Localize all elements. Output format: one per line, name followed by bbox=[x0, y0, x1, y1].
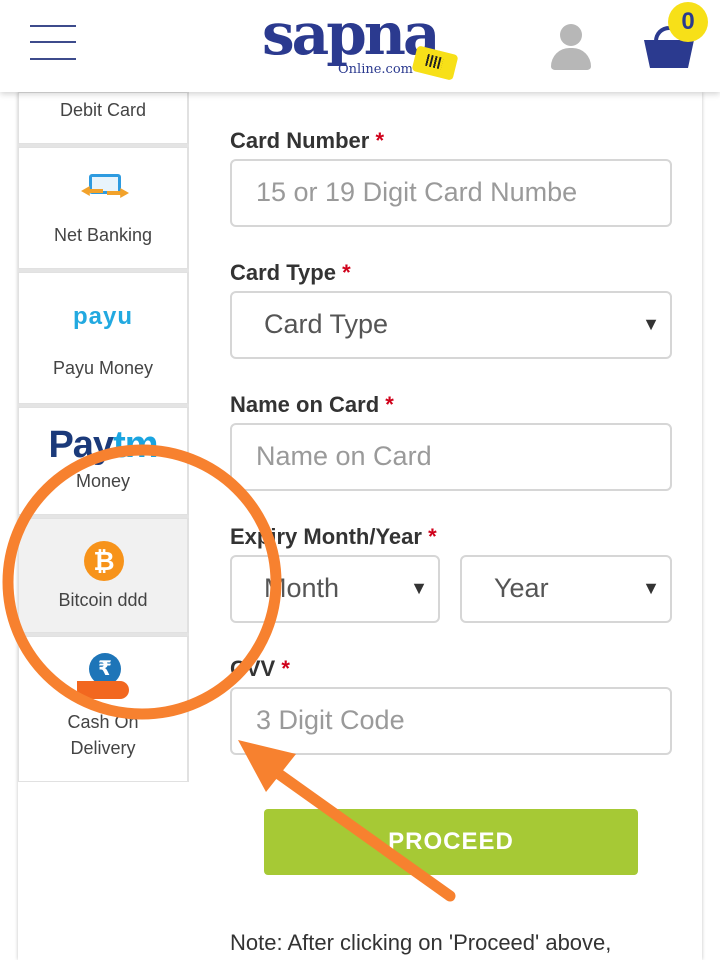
tab-payu-money[interactable]: payu Payu Money bbox=[18, 272, 189, 404]
tab-label: Money bbox=[75, 471, 131, 491]
tab-cash-on-delivery[interactable]: ₹ Cash On Delivery bbox=[18, 636, 189, 782]
logo-main-text: sapna bbox=[262, 0, 441, 68]
tab-debit-card[interactable]: Debit Card bbox=[18, 92, 189, 144]
tab-label: Net Banking bbox=[53, 225, 153, 245]
paytm-logo: Paytm bbox=[48, 424, 158, 466]
tab-label: Bitcoin ddd bbox=[58, 590, 148, 610]
tab-net-banking[interactable]: Net Banking bbox=[18, 147, 189, 269]
cash-on-delivery-icon: ₹ bbox=[77, 653, 129, 703]
net-banking-icon bbox=[81, 168, 129, 202]
user-account-icon[interactable] bbox=[548, 22, 594, 72]
proceed-button[interactable]: PROCEED bbox=[264, 809, 638, 875]
tab-label-line1: Cash On bbox=[67, 712, 139, 732]
cvv-input[interactable]: 3 Digit Code bbox=[230, 687, 672, 755]
expiry-month-select[interactable]: Month ▼ bbox=[230, 555, 440, 623]
cvv-label: CVV * bbox=[230, 656, 290, 681]
card-type-value: Card Type bbox=[264, 309, 389, 339]
card-type-label: Card Type * bbox=[230, 260, 351, 285]
card-number-label: Card Number * bbox=[230, 128, 385, 153]
logo-sub-text: Online.com bbox=[338, 62, 413, 77]
logo-tag-icon bbox=[411, 45, 459, 81]
card-number-input[interactable]: 15 or 19 Digit Card Numbe bbox=[230, 159, 672, 227]
cart-count-badge: 0 bbox=[668, 2, 708, 42]
chevron-down-icon: ▼ bbox=[410, 578, 428, 598]
payu-logo: payu bbox=[72, 303, 133, 330]
expiry-month-value: Month bbox=[264, 573, 340, 603]
chevron-down-icon: ▼ bbox=[642, 314, 660, 334]
name-on-card-label: Name on Card * bbox=[230, 392, 394, 417]
tab-bitcoin[interactable]: ₿ Bitcoin ddd bbox=[18, 518, 189, 633]
expiry-year-select[interactable]: Year ▼ bbox=[460, 555, 672, 623]
name-on-card-input[interactable]: Name on Card bbox=[230, 423, 672, 491]
tab-label: Debit Card bbox=[59, 100, 147, 120]
bitcoin-icon: ₿ bbox=[84, 541, 124, 581]
tab-paytm-money[interactable]: Paytm Money bbox=[18, 407, 189, 515]
hamburger-menu-icon[interactable] bbox=[30, 25, 76, 61]
app-header: sapna Online.com bbox=[0, 0, 720, 92]
tab-label-line2: Delivery bbox=[70, 738, 136, 758]
card-type-select[interactable]: Card Type ▼ bbox=[230, 291, 672, 359]
sapna-online-logo[interactable]: sapna Online.com bbox=[262, 0, 462, 86]
tab-label: Payu Money bbox=[52, 358, 154, 378]
expiry-year-value: Year bbox=[494, 573, 549, 603]
chevron-down-icon: ▼ bbox=[642, 578, 660, 598]
expiry-label: Expiry Month/Year * bbox=[230, 524, 437, 549]
payment-note: Note: After clicking on 'Proceed' above, bbox=[230, 930, 612, 955]
